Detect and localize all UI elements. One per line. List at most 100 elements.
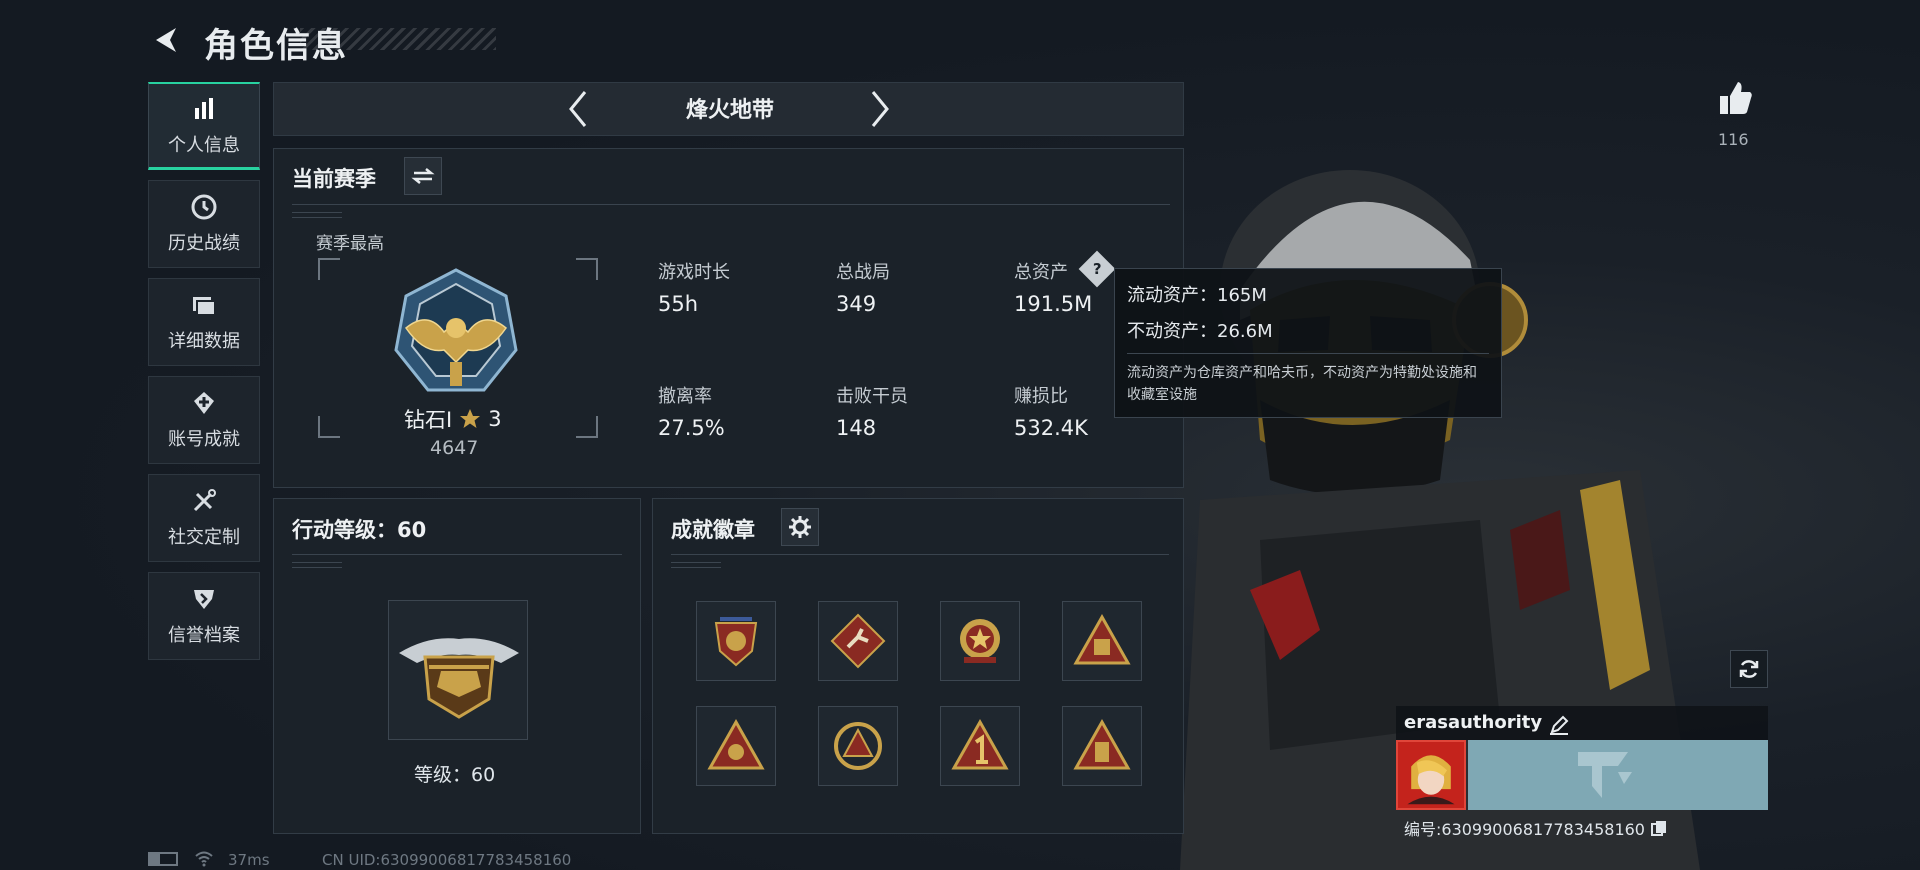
triangle-badge-icon [707,718,765,770]
bar-chart-icon [195,97,213,119]
action-level-divider [292,554,622,555]
sidebar-item-achievements[interactable]: 账号成就 [148,376,260,464]
folders-icon [193,297,216,316]
thumbs-up-icon [1720,82,1752,114]
stat-value-extract-rate: 27.5% [658,416,725,440]
runner-badge-icon [830,613,886,669]
sidebar-item-label: 社交定制 [168,527,240,548]
page-title: 角色信息 [204,26,348,66]
badge-tile[interactable] [1062,706,1142,786]
badge-tile[interactable] [1062,601,1142,681]
action-level-heading: 行动等级：60 [292,518,427,542]
diamond-rank-emblem [388,266,524,400]
stat-label-kills: 击败干员 [836,386,908,407]
tooltip-fixed-assets: 不动资产：26.6M [1127,321,1273,342]
badge-tile[interactable] [940,706,1020,786]
edit-name-button[interactable] [1548,714,1570,736]
badge-tile[interactable] [696,706,776,786]
ping-text: 37ms [228,851,270,869]
frame-corner [318,416,340,438]
pencil-icon [1550,715,1569,735]
clock-icon [191,194,217,220]
decor-lines [292,212,342,218]
star-seal-badge-icon [960,619,1000,663]
sidebar-item-social[interactable]: 社交定制 [148,474,260,562]
rotate-button[interactable] [1730,650,1768,688]
assets-tooltip: 流动资产：165M 不动资产：26.6M 流动资产为仓库资产和哈夫币，不动资产为… [1114,268,1502,418]
triangle-badge-icon [1073,613,1131,665]
sidebar-item-reputation[interactable]: 信誉档案 [148,572,260,660]
season-divider [292,204,1170,205]
rank-points: 4647 [430,437,479,459]
stat-label-total-matches: 总战局 [836,262,890,283]
badges-heading: 成就徽章 [671,518,755,542]
tools-icon [193,489,216,512]
eagle-badge-icon [714,617,758,667]
frame-corner [576,416,598,438]
sidebar-item-detailed-data[interactable]: 详细数据 [148,278,260,366]
triangle-badge-icon [1073,718,1131,770]
player-card: erasauthority [1396,706,1768,810]
sidebar-item-label: 历史战绩 [168,233,240,254]
tooltip-liquid-assets: 流动资产：165M [1127,285,1267,306]
season-heading: 当前赛季 [292,167,376,191]
sidebar-item-personal-info[interactable]: 个人信息 [148,82,260,170]
refresh-icon [1739,660,1759,678]
stat-label-extract-rate: 撤离率 [658,386,712,407]
star-icon [460,409,481,428]
stat-label-profit-ratio: 赚损比 [1014,386,1068,407]
rank-label: 钻石Ⅰ 3 [404,404,502,434]
sidebar-item-history[interactable]: 历史战绩 [148,180,260,268]
player-avatar[interactable] [1396,740,1466,810]
decor-lines [671,562,721,568]
player-name: erasauthority [1404,712,1543,733]
stat-label-playtime: 游戏时长 [658,262,730,283]
frame-corner [318,258,340,280]
stat-value-total-assets: 191.5M [1014,292,1093,316]
stat-label-total-assets: 总资产 [1014,262,1068,283]
mode-title: 烽火地带 [685,98,774,123]
badge-tile[interactable] [696,601,776,681]
action-level-emblem [388,600,528,740]
badge-settings-button[interactable] [781,508,819,546]
sidebar-item-label: 详细数据 [168,331,240,352]
action-level-text: 等级：60 [414,764,496,786]
number-one-badge-icon [951,718,1009,770]
back-arrow-icon [156,28,176,52]
frame-corner [576,258,598,280]
stat-value-kills: 148 [836,416,877,440]
wreath-badge-icon [834,722,882,770]
previous-mode-button[interactable] [563,88,593,130]
like-count: 116 [1718,130,1749,149]
season-switch-button[interactable] [404,157,442,195]
swap-icon [411,168,435,184]
rank-stars: 3 [488,407,502,431]
badge-tile[interactable] [818,706,898,786]
sidebar-item-label: 信誉档案 [168,625,240,646]
badges-divider [671,554,1169,555]
back-button[interactable] [148,22,184,58]
stat-value-profit-ratio: 532.4K [1014,416,1088,440]
stat-value-playtime: 55h [658,292,699,316]
season-best-label: 赛季最高 [316,234,384,254]
badge-tile[interactable] [818,601,898,681]
next-mode-button[interactable] [865,88,895,130]
battery-icon [148,852,178,866]
like-button[interactable] [1716,78,1756,118]
copy-icon[interactable] [1651,820,1667,836]
stat-value-total-matches: 349 [836,292,877,316]
chevron-right-icon [871,91,889,127]
player-id: 编号:630990068177834581​60 [1404,820,1645,839]
gear-icon [789,516,811,538]
badge-tile[interactable] [940,601,1020,681]
decor-lines [292,562,342,568]
shield-icon [194,590,214,609]
chevron-left-icon [569,91,587,127]
player-banner [1468,740,1768,810]
uid-text: CN UID:630990068177834581​60 [322,851,572,869]
tooltip-divider [1127,353,1489,354]
sidebar-item-label: 个人信息 [168,134,240,156]
rank-name: 钻石Ⅰ [404,408,453,432]
player-id-row: 编号:630990068177834581​60 [1404,816,1667,840]
achievement-icon [194,392,214,414]
